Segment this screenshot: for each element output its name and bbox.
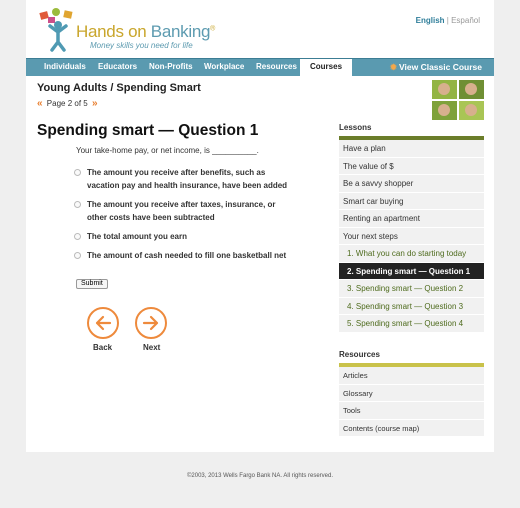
back-label[interactable]: Back xyxy=(93,343,112,352)
lessons-list: Have a plan The value of $ Be a savvy shop… xyxy=(339,140,484,333)
sun-icon: ✹ xyxy=(389,62,397,72)
nav-tab-courses[interactable]: Courses xyxy=(300,59,353,77)
nav-tab-individuals[interactable]: Individuals xyxy=(44,62,86,71)
lesson-item[interactable]: Be a savvy shopper xyxy=(339,175,484,193)
resources-heading: Resources xyxy=(339,350,380,359)
resource-link[interactable]: Glossary xyxy=(339,385,484,402)
lessons-panel: Lessons Have a plan The value of $ Be a sa… xyxy=(339,123,484,333)
nav-tab-resources[interactable]: Resources xyxy=(256,62,297,71)
course-title: Young Adults / Spending Smart xyxy=(37,82,201,94)
language-switcher: English | Español xyxy=(416,16,480,25)
photo-tile xyxy=(459,80,484,99)
page-content: Hands on Banking® Money skills you need … xyxy=(26,0,494,452)
answer-option-label: The total amount you earn xyxy=(87,232,188,241)
lesson-item[interactable]: 1. What you can do starting today xyxy=(339,245,484,263)
page-indicator: Page 2 of 5 xyxy=(46,99,88,108)
resource-link[interactable]: Articles xyxy=(339,367,484,385)
lesson-item[interactable]: The value of $ xyxy=(339,158,484,175)
answer-option[interactable]: The amount you receive after taxes, insu… xyxy=(74,198,294,224)
lesson-item[interactable]: Have a plan xyxy=(339,140,484,158)
nav-tab-non-profits[interactable]: Non-Profits xyxy=(149,62,193,71)
next-page-icon[interactable]: » xyxy=(92,98,98,109)
logo-wordmark: Hands on Banking® xyxy=(76,22,215,41)
question-text: Your take-home pay, or net income, is __… xyxy=(76,146,259,155)
view-classic-course-link[interactable]: ✹ View Classic Course xyxy=(390,62,482,73)
resources-panel: Resources Articles Glossary Tools Contents … xyxy=(339,350,484,437)
lessons-heading: Lessons xyxy=(339,123,372,132)
footer-copyright: ©2003, 2013 Wells Fargo Bank NA. All rig… xyxy=(186,473,334,479)
course-photo-grid xyxy=(432,80,484,120)
answer-option[interactable]: The amount of cash needed to fill one ba… xyxy=(74,249,294,262)
view-classic-course-label: View Classic Course xyxy=(399,62,482,72)
radio-button[interactable] xyxy=(74,233,81,240)
next-label[interactable]: Next xyxy=(143,343,160,352)
resource-link[interactable]: Contents (course map) xyxy=(339,420,484,437)
nav-tab-educators[interactable]: Educators xyxy=(98,62,137,71)
answer-options: The amount you receive after benefits, s… xyxy=(74,166,294,268)
photo-tile xyxy=(432,80,457,99)
back-button[interactable] xyxy=(87,307,119,339)
page-pager: « Page 2 of 5 » xyxy=(37,98,98,109)
arrow-right-icon xyxy=(142,315,159,331)
lesson-item[interactable]: 3. Spending smart — Question 2 xyxy=(339,280,484,298)
language-english-link[interactable]: English xyxy=(416,16,445,25)
photo-tile xyxy=(459,101,484,120)
answer-option-label: The amount you receive after benefits, s… xyxy=(87,168,288,190)
next-button[interactable] xyxy=(135,307,167,339)
photo-tile xyxy=(432,101,457,120)
radio-button[interactable] xyxy=(74,201,81,208)
language-spanish-link[interactable]: Español xyxy=(451,16,480,25)
lesson-item-current[interactable]: 2. Spending smart — Question 1 xyxy=(339,262,484,280)
radio-button[interactable] xyxy=(74,169,81,176)
lesson-item[interactable]: 4. Spending smart — Question 3 xyxy=(339,298,484,315)
answer-option[interactable]: The total amount you earn xyxy=(74,230,294,243)
logo-tagline: Money skills you need for life xyxy=(90,41,193,50)
prev-page-icon[interactable]: « xyxy=(37,98,43,109)
lesson-item[interactable]: Smart car buying xyxy=(339,193,484,210)
lesson-item[interactable]: Your next steps xyxy=(339,228,484,245)
question-title: Spending smart — Question 1 xyxy=(37,122,259,139)
answer-option-label: The amount of cash needed to fill one ba… xyxy=(87,251,287,260)
resources-list: Articles Glossary Tools Contents (course ma… xyxy=(339,367,484,437)
submit-button[interactable]: Submit xyxy=(76,279,108,289)
answer-option-label: The amount you receive after taxes, insu… xyxy=(87,200,276,222)
nav-tab-workplace[interactable]: Workplace xyxy=(204,62,244,71)
answer-option[interactable]: The amount you receive after benefits, s… xyxy=(74,166,294,192)
resource-link[interactable]: Tools xyxy=(339,402,484,420)
logo-figure-icon xyxy=(39,8,73,52)
radio-button[interactable] xyxy=(74,252,81,259)
hands-on-banking-logo[interactable]: Hands on Banking® Money skills you need … xyxy=(34,6,215,52)
main-nav: Individuals Educators Non-Profits Workpl… xyxy=(26,58,494,77)
arrow-left-icon xyxy=(95,315,112,331)
lesson-item[interactable]: Renting an apartment xyxy=(339,210,484,228)
lesson-item[interactable]: 5. Spending smart — Question 4 xyxy=(339,315,484,333)
